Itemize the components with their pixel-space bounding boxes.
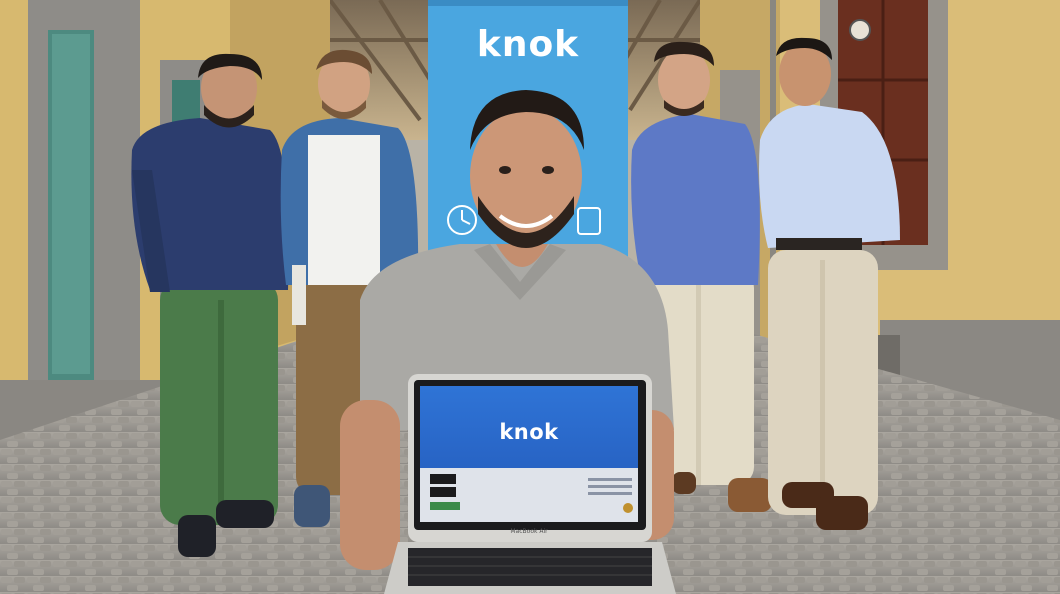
laptop-model-label: MacBook Air xyxy=(510,528,548,535)
play-store-badge xyxy=(430,487,456,497)
social-line-1 xyxy=(588,478,632,481)
social-line-2 xyxy=(588,485,632,488)
screen-seal xyxy=(623,503,633,513)
banner-top-bar xyxy=(428,0,628,6)
laptop-keyboard xyxy=(408,548,652,586)
photo-illustration xyxy=(0,0,1060,594)
photo-scene: knok knok MacBook Air xyxy=(0,0,1060,594)
partner-logo xyxy=(430,502,460,510)
wall-clock xyxy=(849,19,871,41)
banner-logo-text: knok xyxy=(476,24,580,65)
app-store-badge xyxy=(430,474,456,484)
laptop xyxy=(384,374,676,594)
laptop-screen-logo: knok xyxy=(499,420,559,444)
left-door-inner xyxy=(52,34,90,374)
social-line-3 xyxy=(588,492,632,495)
